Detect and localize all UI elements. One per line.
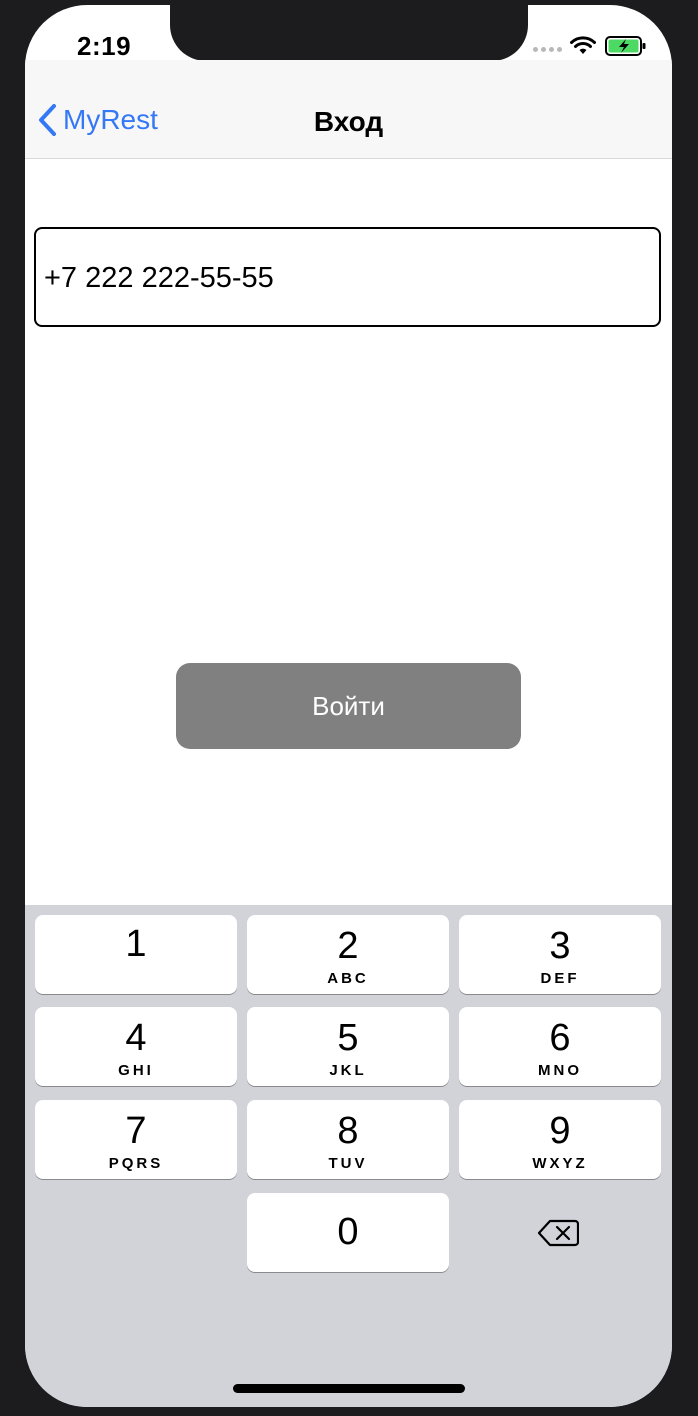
key-3[interactable]: 3 DEF: [459, 915, 661, 994]
key-9[interactable]: 9 WXYZ: [459, 1100, 661, 1179]
page-title: Вход: [313, 106, 384, 137]
key-digit: 9: [549, 1110, 571, 1152]
key-letters: MNO: [538, 1062, 582, 1079]
key-digit: 8: [337, 1110, 359, 1152]
phone-input[interactable]: +7 222 222-55-55: [34, 227, 661, 327]
key-letters: GHI: [118, 1062, 154, 1079]
key-digit: 4: [125, 1017, 147, 1059]
key-1[interactable]: 1: [35, 915, 237, 994]
key-letters: JKL: [329, 1062, 367, 1079]
key-letters: ABC: [327, 970, 369, 987]
backspace-icon: [537, 1219, 579, 1246]
cellular-signal-icon: [533, 47, 562, 52]
key-5[interactable]: 5 JKL: [247, 1007, 449, 1086]
battery-charging-icon: [605, 36, 646, 56]
login-button[interactable]: Войти: [176, 663, 521, 749]
key-digit: 2: [337, 925, 359, 967]
delete-key[interactable]: [457, 1193, 659, 1272]
key-digit: 5: [337, 1017, 359, 1059]
key-digit: 1: [125, 923, 147, 965]
device-frame: 2:19 MyRest Вход +7 222 222-55-55 Войти …: [0, 0, 698, 1416]
key-letters: DEF: [540, 970, 580, 987]
key-digit: 0: [337, 1211, 359, 1253]
screen: 2:19 MyRest Вход +7 222 222-55-55 Войти …: [25, 5, 672, 1407]
key-0[interactable]: 0: [247, 1193, 449, 1272]
numeric-keypad: 1 2 ABC 3 DEF 4 GHI 5 JKL 6 MNO 7 PQRS 8…: [25, 905, 672, 1407]
key-2[interactable]: 2 ABC: [247, 915, 449, 994]
home-indicator[interactable]: [233, 1384, 465, 1393]
key-4[interactable]: 4 GHI: [35, 1007, 237, 1086]
status-time: 2:19: [77, 31, 132, 61]
key-7[interactable]: 7 PQRS: [35, 1100, 237, 1179]
key-letters: WXYZ: [532, 1155, 588, 1172]
key-8[interactable]: 8 TUV: [247, 1100, 449, 1179]
key-letters: TUV: [328, 1155, 368, 1172]
key-letters: PQRS: [108, 1155, 164, 1172]
key-digit: 6: [549, 1017, 571, 1059]
key-digit: 7: [125, 1110, 147, 1152]
wifi-icon: [570, 36, 596, 54]
navigation-bar: MyRest Вход: [25, 60, 672, 159]
key-digit: 3: [549, 925, 571, 967]
notch: [170, 5, 528, 61]
key-6[interactable]: 6 MNO: [459, 1007, 661, 1086]
